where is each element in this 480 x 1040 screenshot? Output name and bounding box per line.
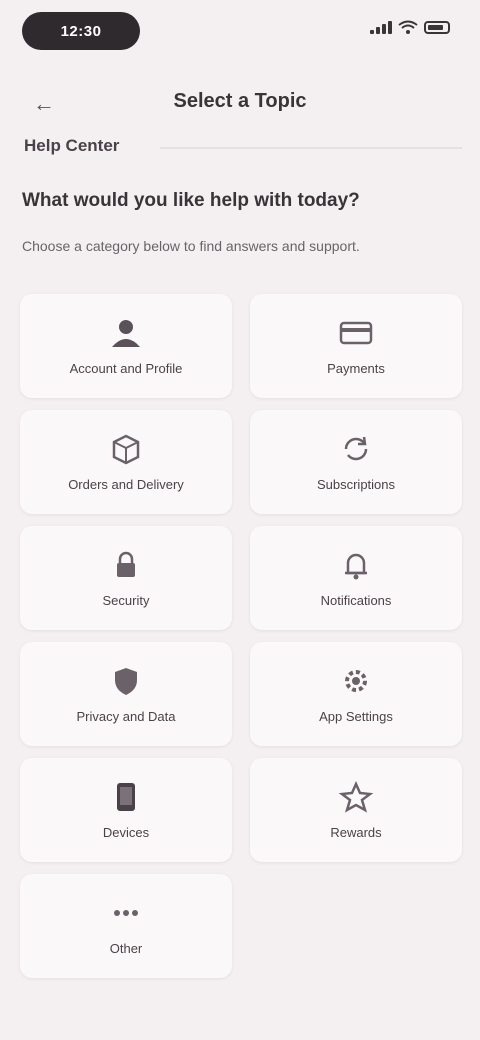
topic-card-notifications[interactable]: Notifications [250, 526, 462, 630]
topic-card-privacy[interactable]: Privacy and Data [20, 642, 232, 746]
user-icon [112, 319, 140, 347]
headline: What would you like help with today? [22, 190, 360, 211]
topic-card-devices[interactable]: Devices [20, 758, 232, 862]
topic-label: Account and Profile [69, 360, 183, 376]
topic-card-subscriptions[interactable]: Subscriptions [250, 410, 462, 514]
topic-label: Security [102, 592, 150, 608]
status-bar: 12:30 [0, 0, 480, 64]
topic-card-settings[interactable]: App Settings [250, 642, 462, 746]
box-icon [112, 434, 140, 464]
subheadline: Choose a category below to find answers … [22, 238, 360, 254]
lock-icon [117, 551, 135, 577]
top-app-bar: ← Select a Topic [0, 68, 480, 132]
topic-label: Rewards [330, 824, 382, 840]
topic-label: Orders and Delivery [68, 476, 184, 492]
topic-label: Subscriptions [316, 476, 396, 492]
topic-card-orders[interactable]: Orders and Delivery [20, 410, 232, 514]
topic-card-security[interactable]: Security [20, 526, 232, 630]
battery-icon [424, 20, 450, 34]
page-title: Select a Topic [173, 90, 307, 112]
topic-label: Notifications [320, 592, 392, 608]
section-divider [160, 147, 462, 149]
star-icon [338, 780, 374, 813]
topic-card-account[interactable]: Account and Profile [20, 294, 232, 398]
card-icon [339, 321, 373, 344]
bell-icon [345, 553, 367, 579]
refresh-icon [344, 436, 368, 460]
section-label: Help Center [24, 136, 120, 155]
signal-icon [370, 20, 392, 34]
more-icon [114, 909, 138, 916]
topic-card-rewards[interactable]: Rewards [250, 758, 462, 862]
shield-icon [115, 667, 137, 695]
topic-label: Privacy and Data [76, 708, 176, 724]
topic-label: Payments [327, 360, 385, 376]
status-time: 12:30 [22, 12, 140, 50]
topic-grid: Account and Profile Payments Orders and … [20, 294, 462, 978]
status-indicators [370, 20, 450, 34]
topic-card-payments[interactable]: Payments [250, 294, 462, 398]
wifi-icon [398, 20, 418, 34]
topic-label: Devices [102, 824, 150, 840]
gear-icon [345, 669, 367, 692]
back-arrow-icon[interactable]: ← [26, 86, 62, 122]
topic-label: App Settings [319, 708, 393, 724]
topic-card-other[interactable]: Other [20, 874, 232, 978]
phone-icon [117, 782, 135, 811]
topic-label: Other [109, 940, 143, 956]
